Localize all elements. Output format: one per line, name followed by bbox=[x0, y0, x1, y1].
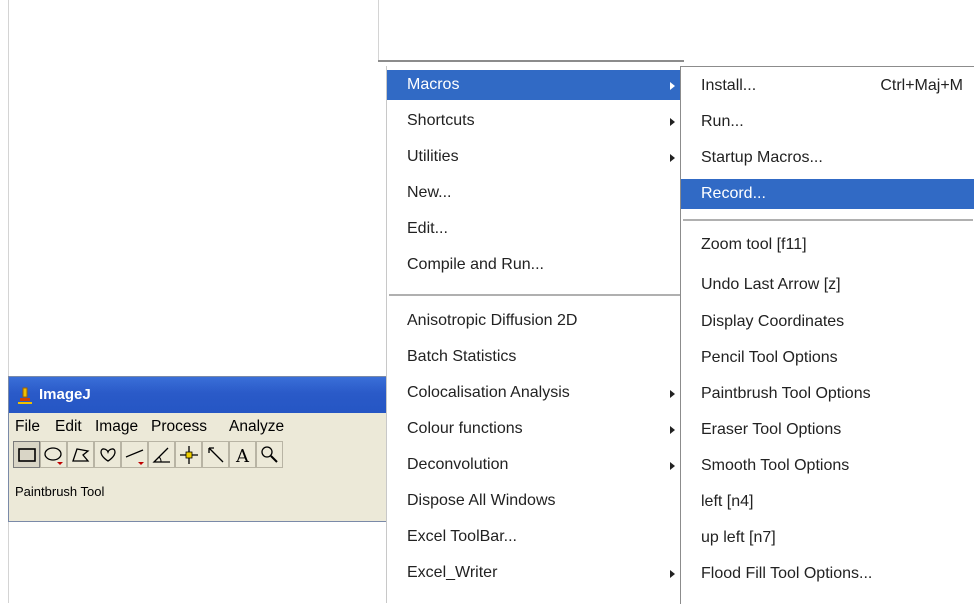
menu-item-utilities[interactable]: Utilities bbox=[387, 142, 683, 172]
svg-text:A: A bbox=[235, 446, 250, 467]
menu-item-compile-and-run[interactable]: Compile and Run... bbox=[387, 250, 683, 280]
angle-tool-icon[interactable] bbox=[148, 441, 175, 468]
submenu-arrow-icon bbox=[670, 118, 675, 126]
menu-item-macros[interactable]: Macros bbox=[387, 70, 683, 100]
menu-item-anisotropic-diffusion[interactable]: Anisotropic Diffusion 2D bbox=[387, 306, 683, 336]
divider-line bbox=[378, 0, 379, 62]
menu-analyze[interactable]: Analyze bbox=[229, 418, 284, 436]
submenu-item-zoom-tool[interactable]: Zoom tool [f11] bbox=[681, 230, 974, 260]
menu-image[interactable]: Image bbox=[95, 418, 138, 436]
status-bar: Paintbrush Tool bbox=[9, 477, 387, 511]
menu-item-edit[interactable]: Edit... bbox=[387, 214, 683, 244]
menu-strip-edge bbox=[378, 60, 684, 62]
submenu-item-up-left[interactable]: up left [n7] bbox=[681, 523, 974, 553]
submenu-arrow-icon bbox=[670, 82, 675, 90]
imagej-window: ImageJ File Edit Image Process Analyze A… bbox=[8, 376, 388, 522]
submenu-item-flood-fill-tool-options[interactable]: Flood Fill Tool Options... bbox=[681, 559, 974, 589]
menu-item-batch-statistics[interactable]: Batch Statistics bbox=[387, 342, 683, 372]
submenu-item-install[interactable]: Install... Ctrl+Maj+M bbox=[681, 71, 974, 101]
menu-item-colour-functions[interactable]: Colour functions bbox=[387, 414, 683, 444]
submenu-arrow-icon bbox=[670, 570, 675, 578]
submenu-item-smooth-tool-options[interactable]: Smooth Tool Options bbox=[681, 451, 974, 481]
point-tool-icon[interactable] bbox=[175, 441, 202, 468]
submenu-item-paintbrush-tool-options[interactable]: Paintbrush Tool Options bbox=[681, 379, 974, 409]
menu-file[interactable]: File bbox=[15, 418, 40, 436]
menu-separator bbox=[683, 219, 973, 221]
submenu-arrow-icon bbox=[670, 154, 675, 162]
macros-submenu: Install... Ctrl+Maj+M Run... Startup Mac… bbox=[680, 66, 974, 604]
rectangle-tool-icon[interactable] bbox=[13, 441, 40, 468]
menu-item-shortcuts[interactable]: Shortcuts bbox=[387, 106, 683, 136]
submenu-arrow-icon bbox=[670, 390, 675, 398]
window-title: ImageJ bbox=[39, 386, 91, 403]
menu-separator bbox=[389, 294, 681, 296]
status-text: Paintbrush Tool bbox=[15, 484, 105, 499]
submenu-item-eraser-tool-options[interactable]: Eraser Tool Options bbox=[681, 415, 974, 445]
polygon-tool-icon[interactable] bbox=[67, 441, 94, 468]
freehand-tool-icon[interactable] bbox=[94, 441, 121, 468]
menu-item-excel-toolbar[interactable]: Excel ToolBar... bbox=[387, 522, 683, 552]
magnifying-glass-icon[interactable] bbox=[256, 441, 283, 468]
submenu-item-record[interactable]: Record... bbox=[681, 179, 974, 209]
menu-bar: File Edit Image Process Analyze bbox=[9, 413, 387, 439]
microscope-icon bbox=[18, 387, 32, 404]
submenu-item-display-coordinates[interactable]: Display Coordinates bbox=[681, 307, 974, 337]
shortcut-label: Ctrl+Maj+M bbox=[880, 77, 963, 94]
menu-item-excel-writer[interactable]: Excel_Writer bbox=[387, 558, 683, 588]
submenu-item-run[interactable]: Run... bbox=[681, 107, 974, 137]
menu-item-colocalisation-analysis[interactable]: Colocalisation Analysis bbox=[387, 378, 683, 408]
submenu-arrow-icon bbox=[670, 426, 675, 434]
menu-item-new[interactable]: New... bbox=[387, 178, 683, 208]
menu-edit[interactable]: Edit bbox=[55, 418, 82, 436]
submenu-item-left[interactable]: left [n4] bbox=[681, 487, 974, 517]
window-titlebar[interactable]: ImageJ bbox=[9, 377, 387, 413]
oval-tool-icon[interactable] bbox=[40, 441, 67, 468]
submenu-item-pencil-tool-options[interactable]: Pencil Tool Options bbox=[681, 343, 974, 373]
submenu-item-undo-last-arrow[interactable]: Undo Last Arrow [z] bbox=[681, 270, 974, 300]
menu-item-dispose-all-windows[interactable]: Dispose All Windows bbox=[387, 486, 683, 516]
wand-tool-icon[interactable] bbox=[202, 441, 229, 468]
text-tool-icon[interactable]: A bbox=[229, 441, 256, 468]
menu-process[interactable]: Process bbox=[151, 418, 207, 436]
submenu-item-startup-macros[interactable]: Startup Macros... bbox=[681, 143, 974, 173]
plugins-menu: Macros Shortcuts Utilities New... Edit..… bbox=[386, 66, 683, 603]
submenu-arrow-icon bbox=[670, 462, 675, 470]
straight-line-tool-icon[interactable] bbox=[121, 441, 148, 468]
menu-item-deconvolution[interactable]: Deconvolution bbox=[387, 450, 683, 480]
